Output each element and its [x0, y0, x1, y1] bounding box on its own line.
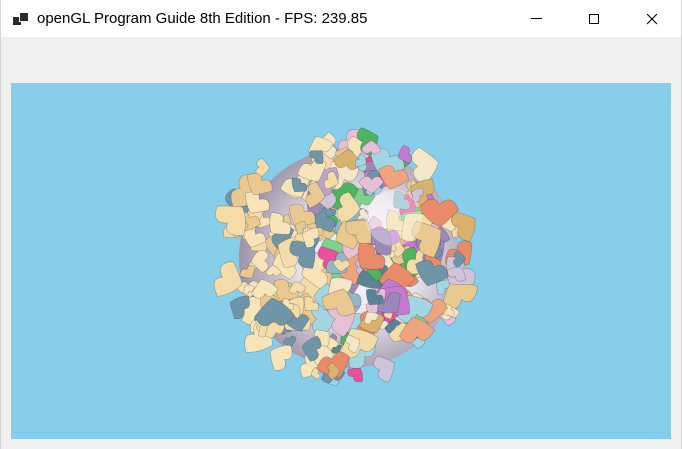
minimize-icon: [530, 18, 542, 19]
minimize-button[interactable]: [507, 0, 565, 37]
window-controls: [507, 0, 681, 37]
opengl-viewport[interactable]: [11, 83, 671, 439]
close-icon: [646, 13, 658, 24]
maximize-button[interactable]: [565, 0, 623, 37]
close-button[interactable]: [623, 0, 681, 37]
app-window-icon: [13, 11, 29, 27]
rendered-sphere: [213, 127, 479, 387]
application-window: openGL Program Guide 8th Edition - FPS: …: [0, 0, 682, 449]
title-bar[interactable]: openGL Program Guide 8th Edition - FPS: …: [1, 0, 681, 37]
maximize-icon: [589, 13, 599, 24]
window-title: openGL Program Guide 8th Edition - FPS: …: [37, 10, 368, 27]
